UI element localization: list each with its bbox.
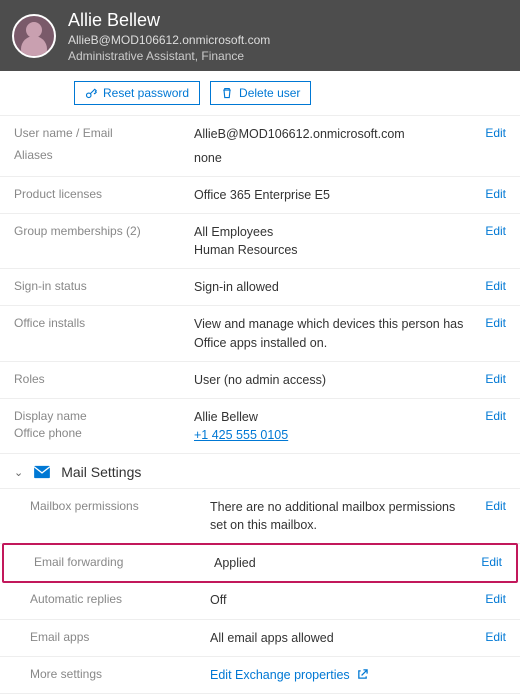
key-icon xyxy=(85,87,97,99)
groups-value: All Employees Human Resources xyxy=(194,223,464,259)
apps-label: Email apps xyxy=(30,629,202,646)
user-properties: User name / Email Aliases AllieB@MOD1066… xyxy=(0,116,520,454)
edit-perm[interactable]: Edit xyxy=(485,499,506,513)
edit-username[interactable]: Edit xyxy=(485,126,506,140)
exchange-properties-text: Edit Exchange properties xyxy=(210,668,350,682)
perm-label: Mailbox permissions xyxy=(30,498,202,515)
edit-licenses[interactable]: Edit xyxy=(485,187,506,201)
edit-auto[interactable]: Edit xyxy=(485,592,506,606)
aliases-value: none xyxy=(194,149,464,167)
row-username: User name / Email Aliases AllieB@MOD1066… xyxy=(0,116,520,177)
mail-icon xyxy=(33,465,51,479)
apps-value: All email apps allowed xyxy=(210,629,464,647)
installs-label: Office installs xyxy=(14,315,186,332)
licenses-value: Office 365 Enterprise E5 xyxy=(194,186,464,204)
label-username: User name / Email Aliases xyxy=(14,125,186,165)
delete-user-label: Delete user xyxy=(239,86,300,100)
mail-settings-body: Mailbox permissions There are no additio… xyxy=(0,489,520,694)
perm-value: There are no additional mailbox permissi… xyxy=(210,498,464,534)
action-toolbar: Reset password Delete user xyxy=(0,71,520,116)
header-text: Allie Bellew AllieB@MOD106612.onmicrosof… xyxy=(68,8,270,65)
display-labels: Display name Office phone xyxy=(14,408,186,442)
aliases-label: Aliases xyxy=(14,147,186,164)
row-installs: Office installs View and manage which de… xyxy=(0,306,520,361)
edit-installs[interactable]: Edit xyxy=(485,316,506,330)
mail-settings-header[interactable]: ⌄ Mail Settings xyxy=(0,454,520,489)
roles-label: Roles xyxy=(14,371,186,388)
row-display: Display name Office phone Allie Bellew +… xyxy=(0,399,520,454)
trash-icon xyxy=(221,87,233,99)
reset-password-label: Reset password xyxy=(103,86,189,100)
signin-label: Sign-in status xyxy=(14,278,186,295)
mail-settings-title: Mail Settings xyxy=(61,464,141,480)
installs-value: View and manage which devices this perso… xyxy=(194,315,464,351)
delete-user-button[interactable]: Delete user xyxy=(210,81,311,105)
fwd-label: Email forwarding xyxy=(34,554,206,571)
user-name: Allie Bellew xyxy=(68,8,270,32)
row-more-settings: More settings Edit Exchange properties xyxy=(0,657,520,694)
display-name-label: Display name xyxy=(14,408,186,425)
value-username: AllieB@MOD106612.onmicrosoft.com none xyxy=(194,125,464,167)
office-phone-link[interactable]: +1 425 555 0105 xyxy=(194,428,288,442)
row-roles: Roles User (no admin access) Edit xyxy=(0,362,520,399)
signin-value: Sign-in allowed xyxy=(194,278,464,296)
user-email: AllieB@MOD106612.onmicrosoft.com xyxy=(68,32,270,48)
row-email-forwarding: Email forwarding Applied Edit xyxy=(2,543,518,583)
user-header: Allie Bellew AllieB@MOD106612.onmicrosof… xyxy=(0,0,520,71)
avatar xyxy=(12,14,56,58)
user-role: Administrative Assistant, Finance xyxy=(68,48,270,64)
fwd-value: Applied xyxy=(214,554,460,572)
row-signin: Sign-in status Sign-in allowed Edit xyxy=(0,269,520,306)
display-values: Allie Bellew +1 425 555 0105 xyxy=(194,408,464,444)
row-groups: Group memberships (2) All Employees Huma… xyxy=(0,214,520,269)
more-label: More settings xyxy=(30,666,202,683)
roles-value: User (no admin access) xyxy=(194,371,464,389)
edit-apps[interactable]: Edit xyxy=(485,630,506,644)
row-licenses: Product licenses Office 365 Enterprise E… xyxy=(0,177,520,214)
exchange-properties-link[interactable]: Edit Exchange properties xyxy=(210,668,368,682)
reset-password-button[interactable]: Reset password xyxy=(74,81,200,105)
auto-value: Off xyxy=(210,591,464,609)
chevron-down-icon: ⌄ xyxy=(14,466,23,479)
office-phone-label: Office phone xyxy=(14,425,186,442)
group-2: Human Resources xyxy=(194,241,464,259)
edit-signin[interactable]: Edit xyxy=(485,279,506,293)
username-email-label: User name / Email xyxy=(14,125,186,142)
external-link-icon xyxy=(357,669,368,680)
edit-groups[interactable]: Edit xyxy=(485,224,506,238)
groups-label: Group memberships (2) xyxy=(14,223,186,240)
row-automatic-replies: Automatic replies Off Edit xyxy=(0,582,520,619)
edit-display[interactable]: Edit xyxy=(485,409,506,423)
username-value: AllieB@MOD106612.onmicrosoft.com xyxy=(194,125,464,143)
group-1: All Employees xyxy=(194,223,464,241)
edit-forwarding[interactable]: Edit xyxy=(481,555,502,569)
row-mailbox-permissions: Mailbox permissions There are no additio… xyxy=(0,489,520,544)
row-email-apps: Email apps All email apps allowed Edit xyxy=(0,620,520,657)
edit-roles[interactable]: Edit xyxy=(485,372,506,386)
licenses-label: Product licenses xyxy=(14,186,186,203)
auto-label: Automatic replies xyxy=(30,591,202,608)
more-value: Edit Exchange properties xyxy=(210,666,464,684)
display-name-value: Allie Bellew xyxy=(194,408,464,426)
